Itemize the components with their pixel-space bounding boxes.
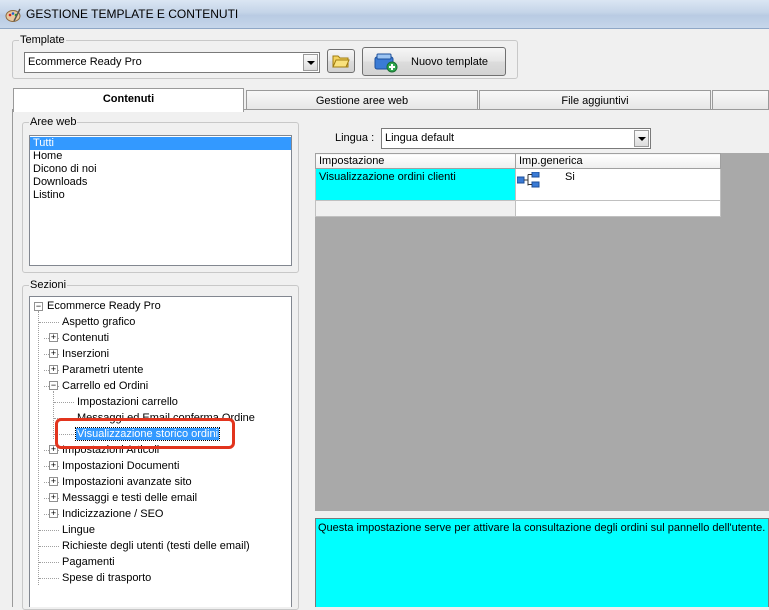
tree-connector xyxy=(54,434,74,435)
tree-connector xyxy=(54,402,74,403)
aree-web-legend: Aree web xyxy=(30,116,77,128)
tree-node-label: Messaggi ed Email conferma Ordine xyxy=(77,412,255,424)
tree-connector xyxy=(54,418,74,419)
expand-icon[interactable]: + xyxy=(49,349,58,358)
expand-icon[interactable]: + xyxy=(49,333,58,342)
tree-node-carrello-ed-ordini[interactable]: Carrello ed Ordini xyxy=(61,378,149,394)
tree-node-label: Ecommerce Ready Pro xyxy=(47,300,161,312)
tree-node-richieste-degli-utenti[interactable]: Richieste degli utenti (testi delle emai… xyxy=(61,538,251,554)
window-title: GESTIONE TEMPLATE E CONTENUTI xyxy=(26,7,239,21)
chevron-down-icon[interactable] xyxy=(303,54,318,71)
table-row[interactable] xyxy=(315,200,721,217)
sezioni-tree[interactable]: − Ecommerce Ready Pro Aspetto grafico + … xyxy=(29,296,292,607)
tree-node-label: Visualizzazione storico ordini xyxy=(74,427,221,441)
tree-node-messaggi-e-testi-delle-email[interactable]: Messaggi e testi delle email xyxy=(61,490,198,506)
palette-icon xyxy=(5,8,21,22)
tab-contenuti[interactable]: Contenuti xyxy=(13,88,244,112)
tree-node-label: Carrello ed Ordini xyxy=(62,380,149,392)
tree-node-label: Messaggi e testi delle email xyxy=(62,492,198,504)
lingua-label: Lingua : xyxy=(335,132,375,144)
collapse-icon[interactable]: − xyxy=(49,381,58,390)
tree-node-impostazioni-documenti[interactable]: Impostazioni Documenti xyxy=(61,458,180,474)
tree-node-inserzioni[interactable]: Inserzioni xyxy=(61,346,110,362)
tree-node-impostazioni-carrello[interactable]: Impostazioni carrello xyxy=(76,394,179,410)
tree-node-impostazioni-articoli[interactable]: Impostazioni Articoli xyxy=(61,442,160,458)
setting-value-cell[interactable]: Si xyxy=(515,168,721,201)
tab-gestione-aree-web-label: Gestione aree web xyxy=(315,95,409,107)
tab-file-aggiuntivi-label: File aggiuntivi xyxy=(561,95,629,107)
setting-description-text: Questa impostazione serve per attivare l… xyxy=(318,522,766,534)
expand-icon[interactable]: + xyxy=(49,509,58,518)
expand-icon[interactable]: + xyxy=(49,477,58,486)
template-select[interactable]: Ecommerce Ready Pro xyxy=(24,52,320,73)
tree-node-messaggi-ed-email-conferma-ordine[interactable]: Messaggi ed Email conferma Ordine xyxy=(76,410,256,426)
tree-node-label: Impostazioni Articoli xyxy=(62,444,160,456)
lingua-select[interactable]: Lingua default xyxy=(381,128,651,149)
setting-name-cell[interactable]: Visualizzazione ordini clienti xyxy=(315,168,516,201)
add-template-icon xyxy=(374,53,398,73)
lingua-select-value: Lingua default xyxy=(385,132,455,144)
column-header-imp-generica[interactable]: Imp.generica xyxy=(515,153,721,169)
tree-node-pagamenti[interactable]: Pagamenti xyxy=(61,554,116,570)
tree-connector xyxy=(39,578,59,579)
title-bar: GESTIONE TEMPLATE E CONTENUTI xyxy=(0,0,769,29)
tab-contenuti-label: Contenuti xyxy=(102,93,155,105)
template-legend: Template xyxy=(20,34,65,46)
tree-connector xyxy=(39,546,59,547)
new-template-label: Nuovo template xyxy=(411,56,489,68)
tree-node-spese-di-trasporto[interactable]: Spese di trasporto xyxy=(61,570,152,586)
list-item[interactable]: Listino xyxy=(30,189,291,202)
tree-node-impostazioni-avanzate-sito[interactable]: Impostazioni avanzate sito xyxy=(61,474,193,490)
expand-icon[interactable]: + xyxy=(49,445,58,454)
collapse-icon[interactable]: − xyxy=(34,302,43,311)
list-item[interactable]: Dicono di noi xyxy=(30,163,291,176)
tree-node-label: Lingue xyxy=(62,524,96,536)
sezioni-legend: Sezioni xyxy=(30,279,67,291)
chevron-down-icon[interactable] xyxy=(634,130,649,147)
tree-connector xyxy=(38,311,39,585)
tree-node-label: Indicizzazione / SEO xyxy=(62,508,164,520)
setting-description[interactable]: Questa impostazione serve per attivare l… xyxy=(315,518,769,607)
setting-name-cell[interactable] xyxy=(315,200,516,217)
tree-connector xyxy=(39,530,59,531)
tree-node-indicizzazione-seo[interactable]: Indicizzazione / SEO xyxy=(61,506,165,522)
template-select-value: Ecommerce Ready Pro xyxy=(28,56,142,68)
tree-node-label: Impostazioni carrello xyxy=(77,396,178,408)
tree-connector xyxy=(39,322,59,323)
tree-node-contenuti[interactable]: Contenuti xyxy=(61,330,110,346)
tree-node-label: Spese di trasporto xyxy=(62,572,152,584)
tree-node-lingue[interactable]: Lingue xyxy=(61,522,96,538)
open-folder-button[interactable] xyxy=(327,49,355,73)
tree-connector xyxy=(39,562,59,563)
tree-node-label: Contenuti xyxy=(62,332,110,344)
column-header-impostazione[interactable]: Impostazione xyxy=(315,153,516,169)
list-item[interactable]: Tutti xyxy=(30,137,291,150)
tree-node-visualizzazione-storico-ordini[interactable]: Visualizzazione storico ordini xyxy=(74,426,221,442)
tree-node-label: Impostazioni avanzate sito xyxy=(62,476,192,488)
setting-value-text: Si xyxy=(565,171,575,183)
settings-grid-area: Impostazione Imp.generica Visualizzazion… xyxy=(315,153,769,511)
aree-web-list[interactable]: Tutti Home Dicono di noi Downloads Listi… xyxy=(29,135,292,266)
settings-grid: Impostazione Imp.generica Visualizzazion… xyxy=(315,153,721,217)
setting-value-cell[interactable] xyxy=(515,200,721,217)
list-item[interactable]: Home xyxy=(30,150,291,163)
expand-icon[interactable]: + xyxy=(49,365,58,374)
tree-node-label: Inserzioni xyxy=(62,348,110,360)
list-item[interactable]: Downloads xyxy=(30,176,291,189)
tree-node-label: Aspetto grafico xyxy=(62,316,136,328)
tree-node-aspetto-grafico[interactable]: Aspetto grafico xyxy=(61,314,136,330)
table-row[interactable]: Visualizzazione ordini clienti Si xyxy=(315,168,721,201)
tree-node-label: Parametri utente xyxy=(62,364,144,376)
hierarchy-icon xyxy=(517,172,540,188)
new-template-button[interactable]: Nuovo template xyxy=(362,47,506,76)
folder-icon xyxy=(332,55,350,68)
tree-node-label: Richieste degli utenti (testi delle emai… xyxy=(62,540,250,552)
expand-icon[interactable]: + xyxy=(49,493,58,502)
expand-icon[interactable]: + xyxy=(49,461,58,470)
tree-node-label: Pagamenti xyxy=(62,556,115,568)
tree-node-parametri-utente[interactable]: Parametri utente xyxy=(61,362,144,378)
tree-node-label: Impostazioni Documenti xyxy=(62,460,180,472)
tree-connector xyxy=(53,391,54,439)
